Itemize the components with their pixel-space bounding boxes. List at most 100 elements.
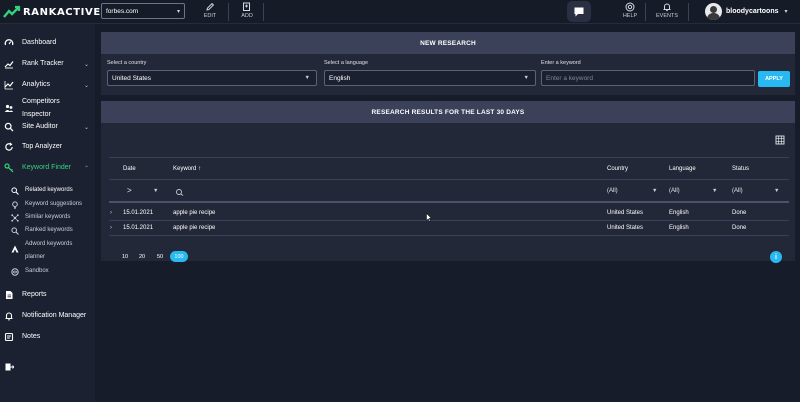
row-status: Done	[732, 210, 747, 216]
chevron-down-icon: ⌄	[83, 82, 89, 89]
trend-icon	[4, 61, 14, 69]
search-icon	[4, 122, 14, 132]
expand-chevron-icon[interactable]: ›	[110, 225, 112, 231]
magnifier-icon	[11, 227, 19, 235]
events-button[interactable]: EVENTS	[654, 2, 680, 22]
chat-button[interactable]	[567, 1, 591, 22]
gauge-icon	[4, 39, 14, 46]
user-menu[interactable]: bloodycartoons ▾	[705, 2, 788, 21]
table-row[interactable]: › 15.01.2021 apple pie recipe United Sta…	[109, 221, 789, 236]
sidebar: Dashboard Rank Tracker ⌄ Analytics ⌄ Com…	[0, 24, 95, 402]
language-label: Select a language	[324, 60, 369, 66]
sidebar-item-notes[interactable]: Notes	[0, 327, 95, 347]
column-header-country[interactable]: Country	[607, 166, 628, 172]
sidebar-subitem-ranked-keywords[interactable]: Ranked keywords	[0, 226, 95, 237]
chat-icon	[574, 7, 584, 16]
column-header-keyword[interactable]: Keyword ↑	[173, 166, 201, 172]
add-button[interactable]: ADD	[234, 2, 260, 22]
sidebar-item-keyword-finder[interactable]: Keyword Finder ⌃	[0, 158, 95, 178]
chevron-down-icon[interactable]: ▼	[774, 188, 779, 194]
sidebar-item-rank-tracker[interactable]: Rank Tracker ⌄	[0, 54, 95, 74]
logout-icon[interactable]	[5, 363, 14, 371]
info-button[interactable]: i	[770, 251, 782, 263]
status-filter[interactable]: (All)	[732, 188, 743, 194]
username: bloodycartoons	[726, 8, 779, 15]
bulb-icon	[12, 201, 18, 209]
sidebar-subitem-sandbox[interactable]: Sandbox	[0, 267, 95, 278]
sidebar-item-notification-manager[interactable]: Notification Manager	[0, 306, 95, 326]
sidebar-subitem-label: Adword keywords planner	[25, 241, 73, 260]
sidebar-item-label: Site Auditor	[22, 123, 58, 130]
column-header-status[interactable]: Status	[732, 166, 749, 172]
expand-chevron-icon[interactable]: ›	[110, 210, 112, 216]
sidebar-item-label: Keyword Finder	[22, 164, 72, 171]
row-keyword: apple pie recipe	[173, 210, 216, 216]
sidebar-subitem-label: Keyword suggestions	[25, 201, 83, 207]
country-filter[interactable]: (All)	[607, 188, 618, 194]
sidebar-item-analytics[interactable]: Analytics ⌄	[0, 75, 95, 95]
competitors-icon	[4, 104, 14, 112]
mouse-cursor-icon	[426, 213, 432, 222]
chevron-down-icon[interactable]: ▼	[712, 188, 717, 194]
avatar	[705, 3, 722, 20]
page-size-20[interactable]: 20	[139, 254, 145, 260]
sidebar-item-label: Notification Manager	[22, 312, 87, 319]
notes-icon	[4, 332, 14, 342]
page-size-10[interactable]: 10	[122, 254, 128, 260]
sidebar-item-label: Dashboard	[22, 39, 57, 46]
language-select[interactable]: English ▼	[324, 70, 536, 86]
sidebar-item-site-auditor[interactable]: Site Auditor ⌄	[0, 117, 95, 137]
country-select-value: United States	[112, 74, 152, 82]
logo-mark-icon	[3, 5, 21, 18]
chevron-down-icon: ▼	[304, 75, 310, 81]
column-header-date[interactable]: Date	[123, 166, 136, 172]
chevron-down-icon[interactable]: ▼	[153, 188, 158, 194]
language-filter[interactable]: (All)	[669, 188, 680, 194]
toolbar-divider	[228, 3, 229, 21]
help-label: HELP	[622, 13, 638, 19]
date-filter-operator[interactable]: >	[127, 186, 132, 195]
magnifier-icon	[11, 187, 19, 195]
country-label: Select a country	[107, 60, 147, 66]
sidebar-subitem-label: Similar keywords	[25, 214, 71, 220]
apply-button[interactable]: APPLY	[758, 71, 790, 87]
help-button[interactable]: HELP	[617, 2, 643, 22]
lifebuoy-icon	[625, 2, 635, 12]
chevron-down-icon[interactable]: ▼	[652, 188, 657, 194]
page-size-100[interactable]: 100	[170, 251, 188, 262]
column-header-language[interactable]: Language	[669, 166, 696, 172]
country-select[interactable]: United States ▼	[107, 70, 317, 86]
row-language: English	[669, 210, 689, 216]
column-header-keyword-label: Keyword	[173, 166, 197, 172]
chevron-down-icon: ⌄	[83, 61, 89, 68]
table-row[interactable]: › 15.01.2021 apple pie recipe United Sta…	[109, 206, 789, 221]
row-date: 15.01.2021	[123, 225, 154, 231]
pencil-icon	[206, 2, 215, 11]
sidebar-subitem-similar-keywords[interactable]: Similar keywords	[0, 213, 95, 224]
domain-select[interactable]: forbes.com ▾	[101, 3, 185, 19]
toolbar-divider	[645, 3, 646, 21]
sidebar-item-reports[interactable]: Reports	[0, 285, 95, 305]
events-label: EVENTS	[655, 13, 678, 19]
sidebar-item-top-analyzer[interactable]: Top Analyzer	[0, 137, 95, 157]
sidebar-item-dashboard[interactable]: Dashboard	[0, 33, 95, 53]
sidebar-subitem-adword-keywords-planner[interactable]: Adword keywords planner	[0, 240, 95, 264]
add-label: ADD	[241, 13, 253, 19]
keyword-label: Enter a keyword	[541, 60, 581, 66]
logo[interactable]: RANKACTIVE	[3, 4, 101, 20]
sidebar-subitem-related-keywords[interactable]: Related keywords	[0, 186, 95, 197]
page-size-50[interactable]: 50	[157, 254, 163, 260]
sidebar-subitem-label: Sandbox	[25, 268, 49, 274]
keyword-filter-icon[interactable]	[175, 188, 185, 196]
sidebar-subitem-keyword-suggestions[interactable]: Keyword suggestions	[0, 200, 95, 211]
network-icon	[11, 214, 19, 222]
new-research-panel: NEW RESEARCH Select a country United Sta…	[101, 32, 795, 95]
keyword-input[interactable]: Enter a keyword	[541, 70, 755, 86]
key-icon	[4, 163, 14, 173]
row-country: United States	[607, 210, 644, 216]
edit-button[interactable]: EDIT	[197, 2, 223, 22]
bell-icon	[5, 312, 13, 321]
sort-asc-icon: ↑	[198, 166, 202, 172]
column-chooser-button[interactable]	[773, 133, 787, 147]
refresh-icon	[5, 142, 13, 151]
